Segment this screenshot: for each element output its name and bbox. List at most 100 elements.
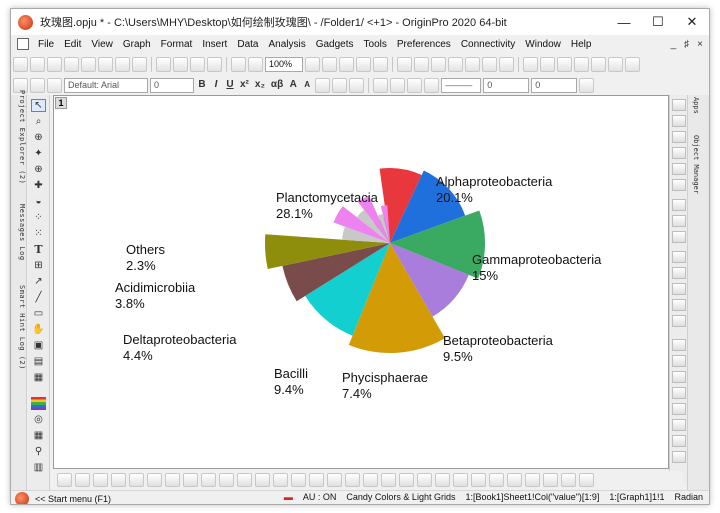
insert-graph-icon[interactable]: ▣ xyxy=(31,339,46,352)
pyramid-plot-icon[interactable] xyxy=(507,473,522,487)
add-column-icon[interactable] xyxy=(397,56,412,72)
scale-tool-icon[interactable]: ✦ xyxy=(31,147,46,160)
line-width-select[interactable]: 0 xyxy=(483,77,530,93)
same-width-icon[interactable] xyxy=(672,419,686,431)
slice-name-label[interactable]: Gammaproteobacteria xyxy=(472,252,602,267)
funnel-plot-icon[interactable] xyxy=(489,473,504,487)
clear-filter-icon[interactable] xyxy=(540,56,555,72)
annotation-tool-icon[interactable]: ⊞ xyxy=(31,259,46,272)
new-workbook-icon[interactable] xyxy=(47,56,62,72)
menu-analysis[interactable]: Analysis xyxy=(263,39,310,50)
color-palette-icon[interactable] xyxy=(31,397,46,410)
origin-app-icon[interactable] xyxy=(18,14,33,30)
menu-file[interactable]: File xyxy=(33,39,59,50)
zoom-in-tool-icon[interactable]: ⊕ xyxy=(31,131,46,144)
menu-help[interactable]: Help xyxy=(566,39,597,50)
new-graph-icon[interactable] xyxy=(64,56,79,72)
box-plot-icon[interactable] xyxy=(201,473,216,487)
slice-percent-label[interactable]: 7.4% xyxy=(342,386,372,401)
draw-data-icon[interactable]: ⁘ xyxy=(31,211,46,224)
dendrogram-plot-icon[interactable] xyxy=(471,473,486,487)
mdi-close-button[interactable]: × xyxy=(697,39,703,50)
smith-plot-icon[interactable] xyxy=(309,473,324,487)
vector-plot-icon[interactable] xyxy=(327,473,342,487)
template-plot-icon[interactable] xyxy=(579,473,594,487)
open-icon[interactable] xyxy=(156,56,171,72)
import-icon[interactable] xyxy=(231,56,246,72)
ternary-plot-icon[interactable] xyxy=(291,473,306,487)
mask-tool-icon[interactable]: ◒ xyxy=(31,195,46,208)
new-notes-icon[interactable] xyxy=(132,56,147,72)
subscript-button[interactable]: x₂ xyxy=(253,78,267,93)
pattern-width-select[interactable]: 0 xyxy=(531,77,578,93)
add-bottom-axis-icon[interactable] xyxy=(672,299,686,311)
graph-settings-icon[interactable] xyxy=(672,179,686,191)
add-legend-icon[interactable] xyxy=(672,199,686,211)
status-angle-unit[interactable]: Radian xyxy=(674,492,703,502)
menu-edit[interactable]: Edit xyxy=(59,39,86,50)
align-right-edge-icon[interactable] xyxy=(672,403,686,415)
tab-smart-hint-log[interactable]: Smart Hint Log (2) xyxy=(12,285,26,370)
slice-percent-label[interactable]: 20.1% xyxy=(436,190,473,205)
start-orb-icon[interactable] xyxy=(15,491,29,504)
rescale-z-icon[interactable] xyxy=(672,147,686,159)
add-color-scale-icon[interactable] xyxy=(672,215,686,227)
data-cursor-icon[interactable]: ✚ xyxy=(31,179,46,192)
arrow-tool-icon[interactable]: ↗ xyxy=(31,275,46,288)
worksheet-icon[interactable]: ▦ xyxy=(31,429,46,442)
line-color-icon[interactable] xyxy=(373,77,389,93)
slice-percent-label[interactable]: 3.8% xyxy=(115,296,145,311)
menu-gadgets[interactable]: Gadgets xyxy=(311,39,359,50)
pie-plot-icon[interactable] xyxy=(183,473,198,487)
mdi-restore-button[interactable]: ♯ xyxy=(684,39,689,50)
status-theme[interactable]: Candy Colors & Light Grids xyxy=(346,492,455,502)
fill-color-icon[interactable] xyxy=(390,77,406,93)
add-grid-icon[interactable] xyxy=(672,315,686,327)
print-icon[interactable] xyxy=(248,56,263,72)
font-size-select[interactable]: 0 xyxy=(150,77,194,93)
scatter-plot-icon[interactable] xyxy=(499,56,514,72)
layer-contents-icon[interactable] xyxy=(672,163,686,175)
slice-name-label[interactable]: Others xyxy=(126,242,166,257)
menu-connectivity[interactable]: Connectivity xyxy=(456,39,520,50)
mdi-minimize-button[interactable]: _ xyxy=(671,39,677,50)
wind-rose-plot-icon[interactable] xyxy=(417,473,432,487)
slice-name-label[interactable]: Deltaproteobacteria xyxy=(123,332,237,347)
stacked-plot-icon[interactable] xyxy=(147,473,162,487)
menu-tools[interactable]: Tools xyxy=(359,39,392,50)
superscript-button[interactable]: x² xyxy=(238,78,251,93)
slice-percent-label[interactable]: 9.5% xyxy=(443,349,473,364)
menu-format[interactable]: Format xyxy=(156,39,198,50)
rescale-icon[interactable] xyxy=(672,99,686,111)
minimize-button[interactable]: — xyxy=(607,9,641,35)
bubble-plot-icon[interactable] xyxy=(453,473,468,487)
copy-icon[interactable] xyxy=(30,77,45,93)
3d-bar-plot-icon[interactable] xyxy=(363,473,378,487)
new-matrix-icon[interactable] xyxy=(81,56,96,72)
menu-preferences[interactable]: Preferences xyxy=(392,39,456,50)
pointer-tool-icon[interactable]: ↖ xyxy=(31,99,46,112)
slice-percent-label[interactable]: 9.4% xyxy=(274,382,304,397)
menu-insert[interactable]: Insert xyxy=(197,39,232,50)
polar-plot-icon[interactable] xyxy=(273,473,288,487)
font-name-select[interactable]: Default: Arial xyxy=(64,77,148,93)
same-height-icon[interactable] xyxy=(672,435,686,447)
graph-window-icon[interactable] xyxy=(17,38,29,50)
zoom-pan-tool-icon[interactable]: ⌕ xyxy=(31,115,46,128)
3d-scatter-plot-icon[interactable] xyxy=(381,473,396,487)
menu-data[interactable]: Data xyxy=(232,39,263,50)
underline-button[interactable]: U xyxy=(224,78,236,93)
add-layer-table-icon[interactable] xyxy=(672,231,686,243)
gadget-icon[interactable]: ◎ xyxy=(31,413,46,426)
contour-plot-icon[interactable] xyxy=(237,473,252,487)
more-format-icon[interactable] xyxy=(579,77,595,93)
distribute-icon[interactable] xyxy=(672,451,686,463)
region-tool-icon[interactable]: ⁙ xyxy=(31,227,46,240)
sort-icon[interactable] xyxy=(448,56,463,72)
shrink-font-button[interactable]: A xyxy=(301,78,313,93)
align-left-edge-icon[interactable] xyxy=(672,387,686,399)
results-log-icon[interactable] xyxy=(356,56,371,72)
slice-name-label[interactable]: Alphaproteobacteria xyxy=(436,174,553,189)
marginal-plot-icon[interactable] xyxy=(561,473,576,487)
line-tool-icon[interactable]: ╱ xyxy=(31,291,46,304)
